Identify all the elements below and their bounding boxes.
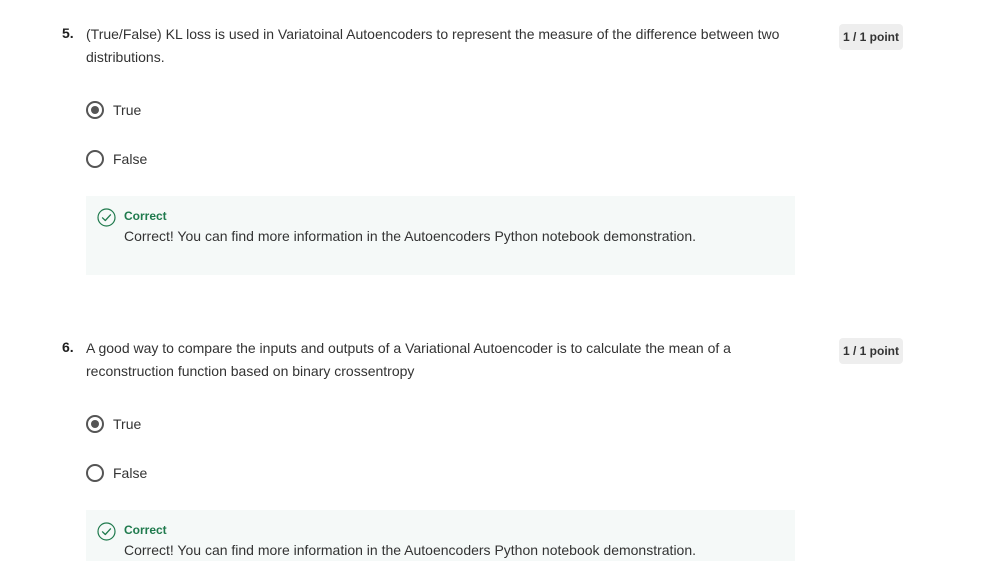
- question-text: (True/False) KL loss is used in Variatoi…: [86, 26, 780, 65]
- question-text: A good way to compare the inputs and out…: [86, 340, 731, 379]
- feedback-box: Correct Correct! You can find more infor…: [86, 196, 795, 275]
- option-false[interactable]: False: [86, 463, 147, 483]
- points-badge: 1 / 1 point: [839, 338, 904, 364]
- feedback-text: Correct! You can find more information i…: [124, 542, 697, 558]
- option-label: False: [113, 465, 148, 481]
- feedback-title: Correct: [124, 523, 167, 537]
- radio-button[interactable]: [86, 150, 104, 168]
- radio-button-selected[interactable]: [86, 415, 104, 433]
- option-false[interactable]: False: [86, 149, 147, 169]
- points-badge: 1 / 1 point: [839, 24, 904, 50]
- feedback-box: Correct Correct! You can find more infor…: [86, 510, 795, 561]
- option-true[interactable]: True: [86, 100, 141, 120]
- option-label: False: [113, 151, 148, 167]
- check-circle-icon: [97, 208, 116, 227]
- option-true[interactable]: True: [86, 414, 141, 434]
- feedback-title: Correct: [124, 209, 167, 223]
- quiz-page: 5. (True/False) KL loss is used in Varia…: [0, 0, 987, 561]
- feedback-text: Correct! You can find more information i…: [124, 228, 697, 244]
- option-label: True: [113, 416, 142, 432]
- option-label: True: [113, 102, 142, 118]
- check-circle-icon: [97, 522, 116, 541]
- question-number: 5.: [62, 25, 74, 41]
- radio-button-selected[interactable]: [86, 101, 104, 119]
- question-number: 6.: [62, 339, 74, 355]
- radio-button[interactable]: [86, 464, 104, 482]
